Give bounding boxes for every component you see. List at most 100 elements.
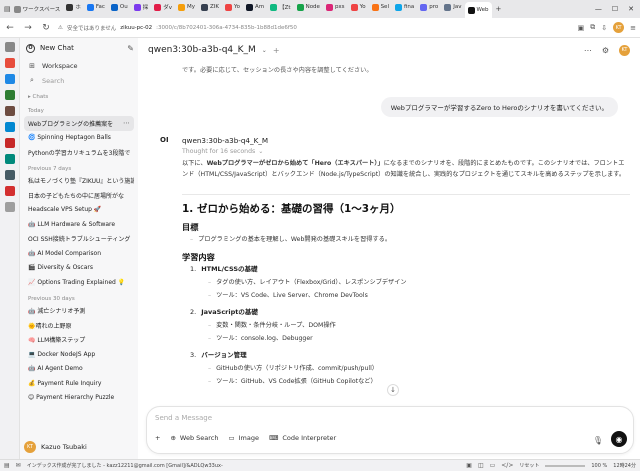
sidebar-chat-item[interactable]: 🤖 LLM Hardware & Software — [24, 217, 134, 232]
zoom-slider[interactable] — [545, 464, 586, 467]
vpn-icon[interactable]: ▣ — [578, 24, 585, 32]
browser-tab[interactable]: Am — [243, 0, 267, 14]
new-chat-pencil-icon[interactable]: ✎ — [127, 44, 134, 53]
rail-app-icon[interactable] — [4, 122, 15, 132]
tab-favicon-icon — [154, 3, 162, 11]
browser-tab[interactable]: Web — [464, 2, 492, 18]
sidebar-chat-item[interactable]: 😊 Payment Hierarchy Puzzle — [24, 391, 134, 406]
browser-tab[interactable]: Yo — [348, 0, 369, 14]
workspace-link[interactable]: ⊞ Workspace — [24, 58, 134, 73]
extensions-icon[interactable]: ⧉ — [590, 23, 595, 32]
browser-tab[interactable]: My — [175, 0, 198, 14]
rail-app-icon[interactable] — [4, 138, 15, 148]
microphone-icon[interactable]: 🎙 — [593, 436, 603, 445]
sidebar-chat-item[interactable]: 🤖 AI Agent Demo — [24, 362, 134, 377]
voice-mode-button[interactable]: ◉ — [611, 431, 627, 447]
sidebar-chat-item[interactable]: Pythonの学習カリキュラムを3段階で — [24, 145, 134, 160]
rail-app-icon[interactable] — [4, 202, 15, 212]
sidebar-chat-item[interactable]: 💰 Payment Rule Inquiry — [24, 376, 134, 391]
tab-favicon-icon — [178, 3, 185, 11]
chat-options-icon[interactable]: ⋯ — [123, 119, 130, 127]
rail-messenger-icon[interactable] — [4, 74, 15, 84]
controls-sliders-icon[interactable]: ⚙ — [602, 46, 609, 55]
sidebar-chat-item[interactable]: 日本の子どもたちの中に居場所がな — [24, 188, 134, 203]
reload-icon[interactable]: ↻ — [40, 23, 52, 33]
browser-tab[interactable]: Yo — [222, 0, 243, 14]
topic-number: 1. — [190, 265, 197, 273]
rail-app-icon[interactable] — [4, 106, 15, 116]
browser-tab[interactable]: Ou — [108, 0, 131, 14]
browser-tab[interactable]: Fac — [84, 0, 108, 14]
downloads-icon[interactable]: ⇩ — [601, 24, 607, 32]
browser-tab[interactable]: 採 — [131, 0, 152, 14]
menu-icon[interactable]: ≡ — [630, 24, 636, 32]
new-chat-row[interactable]: O New Chat ✎ — [24, 38, 134, 58]
sidebar-chat-item[interactable]: 私はモノづくり塾『ZIKUU』という施設 — [24, 174, 134, 189]
web-search-button[interactable]: ⊕ Web Search — [170, 434, 218, 442]
header-user-avatar[interactable]: KT — [619, 44, 630, 56]
scroll-to-bottom-button[interactable]: ↓ — [387, 384, 399, 396]
zoom-reset-label[interactable]: リセット — [519, 462, 539, 469]
code-interpreter-button[interactable]: ⌨ Code Interpreter — [269, 434, 336, 442]
status-camera-icon[interactable]: ◫ — [478, 462, 484, 469]
browser-tab[interactable]: pro — [417, 0, 441, 14]
add-model-icon[interactable]: + — [273, 46, 280, 55]
add-attachment-icon[interactable]: + — [155, 434, 160, 442]
chats-heading[interactable]: ▸ Chats — [24, 88, 134, 102]
browser-tab[interactable]: Node — [294, 0, 323, 14]
maximize-icon[interactable]: ☐ — [612, 5, 618, 13]
sidebar-chat-item[interactable]: 🤖 AI Model Comparison — [24, 246, 134, 261]
sidebar-chat-item[interactable]: 📈 Options Trading Explained 💡 — [24, 275, 134, 290]
chat-group-heading: Today — [28, 108, 44, 114]
rail-sidebar-icon[interactable] — [4, 42, 15, 52]
close-icon[interactable]: ✕ — [628, 5, 634, 13]
back-icon[interactable]: ← — [4, 23, 16, 33]
browser-tab[interactable]: ホ — [63, 0, 84, 14]
sidebar-chat-item[interactable]: Webプログラミングの推薦案を ⋯ — [24, 116, 134, 131]
web-search-label: Web Search — [179, 434, 219, 442]
workspace-button[interactable]: ワークスペース — [11, 2, 64, 16]
topic-item: – ツール：GitHub、VS Code拡張（GitHub Copilotなど） — [182, 375, 630, 388]
browser-tab[interactable]: ダv — [151, 0, 175, 14]
new-tab-icon[interactable]: + — [496, 5, 502, 13]
status-panel-icon[interactable]: ▤ — [4, 462, 10, 469]
status-code-icon[interactable]: </> — [501, 462, 513, 469]
workspace-link-label: Workspace — [42, 61, 78, 70]
status-tiles-icon[interactable]: ▣ — [466, 462, 472, 469]
browser-tab[interactable]: 【Zt — [267, 0, 293, 14]
rail-app-icon[interactable] — [4, 58, 15, 68]
status-mail-icon[interactable]: ✉ — [16, 462, 21, 469]
browser-tab[interactable]: Jav — [441, 0, 464, 14]
sidebar-chat-item[interactable]: 🧠 LLM構築ステップ — [24, 333, 134, 348]
sidebar-chat-item[interactable]: Headscale VPS Setup 🚀 — [24, 203, 134, 218]
sidebar-chat-item[interactable]: 🎬 Diversity & Oscars — [24, 261, 134, 276]
rail-app-icon[interactable] — [4, 90, 15, 100]
chevron-down-icon[interactable]: ⌄ — [262, 47, 267, 54]
thought-toggle[interactable]: Thought for 16 seconds ⌄ — [182, 148, 630, 155]
sidebar-search[interactable]: ⌕ Search — [24, 73, 134, 88]
chat-title: 私はモノづくり塾『ZIKUU』という施設 — [28, 178, 134, 186]
browser-tab[interactable]: pxs — [323, 0, 348, 14]
user-menu[interactable]: KT Kazuo Tsubaki — [24, 441, 87, 453]
browser-tab[interactable]: fina — [392, 0, 417, 14]
status-image-icon[interactable]: ▭ — [490, 462, 496, 469]
profile-avatar[interactable]: KT — [613, 22, 625, 33]
model-selector[interactable]: qwen3:30b-a3b-q4_K_M — [148, 45, 256, 55]
rail-app-icon[interactable] — [4, 154, 15, 164]
browser-tab[interactable]: Sel — [369, 0, 392, 14]
rail-app-icon[interactable] — [4, 170, 15, 180]
sidebar-chat-item[interactable]: OCI SSH接続トラブルシューティング — [24, 232, 134, 247]
image-button[interactable]: ▭ Image — [228, 434, 259, 442]
message-composer[interactable]: Send a Message + ⊕ Web Search ▭ Image ⌨ Cod… — [146, 406, 634, 454]
url-field[interactable]: ⚠ 安全ではありません zikuu-pc-02:3000/c/8b702401-… — [58, 24, 572, 32]
browser-tab[interactable]: ZIK — [198, 0, 222, 14]
sidebar-chat-item[interactable]: 🤖 減亡シナリオ予測 — [24, 304, 134, 319]
sidebar-toggle-icon[interactable]: ▤ — [4, 5, 11, 13]
rail-app-icon[interactable] — [4, 186, 15, 196]
more-options-icon[interactable]: ⋯ — [584, 46, 592, 55]
sidebar-chat-item[interactable]: 🌞晴れの上野原 — [24, 318, 134, 333]
sidebar-chat-item[interactable]: 💻 Docker NodeJS App — [24, 347, 134, 362]
minimize-icon[interactable]: — — [595, 5, 602, 13]
sidebar-chat-item[interactable]: 🌀 Spinning Heptagon Balls — [24, 131, 134, 146]
forward-icon[interactable]: → — [22, 23, 34, 33]
